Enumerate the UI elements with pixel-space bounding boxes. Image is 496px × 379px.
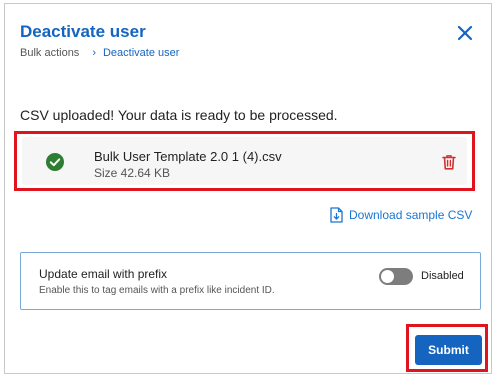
uploaded-file-card: Bulk User Template 2.0 1 (4).csv Size 42… bbox=[22, 137, 467, 185]
submit-button[interactable]: Submit bbox=[415, 335, 482, 365]
close-button[interactable] bbox=[454, 22, 476, 44]
check-circle-icon bbox=[46, 153, 64, 171]
breadcrumb-bulk-actions[interactable]: Bulk actions bbox=[20, 47, 79, 59]
chevron-right-icon: › bbox=[92, 47, 96, 59]
email-prefix-setting: Update email with prefix Enable this to … bbox=[20, 252, 481, 310]
close-icon bbox=[457, 25, 473, 41]
breadcrumb-deactivate-user: Deactivate user bbox=[102, 47, 180, 59]
email-prefix-title: Update email with prefix bbox=[39, 267, 168, 281]
dialog-title: Deactivate user bbox=[20, 22, 146, 41]
file-size: Size 42.64 KB bbox=[94, 166, 171, 180]
toggle-state-label: Disabled bbox=[421, 270, 464, 282]
trash-icon[interactable] bbox=[442, 154, 456, 170]
email-prefix-description: Enable this to tag emails with a prefix … bbox=[39, 285, 275, 296]
upload-status-message: CSV uploaded! Your data is ready to be p… bbox=[20, 107, 338, 123]
file-name: Bulk User Template 2.0 1 (4).csv bbox=[94, 149, 282, 164]
download-file-icon bbox=[330, 207, 343, 223]
breadcrumb: Bulk actions › Deactivate user bbox=[20, 47, 179, 59]
deactivate-user-dialog: Deactivate user Bulk actions › Deactivat… bbox=[4, 3, 492, 374]
file-card-highlight: Bulk User Template 2.0 1 (4).csv Size 42… bbox=[14, 131, 475, 191]
download-sample-csv-link[interactable]: Download sample CSV bbox=[330, 207, 472, 223]
toggle-knob bbox=[381, 270, 394, 283]
email-prefix-toggle[interactable] bbox=[379, 268, 413, 285]
download-sample-csv-label: Download sample CSV bbox=[349, 208, 473, 222]
submit-highlight: Submit bbox=[406, 324, 488, 372]
